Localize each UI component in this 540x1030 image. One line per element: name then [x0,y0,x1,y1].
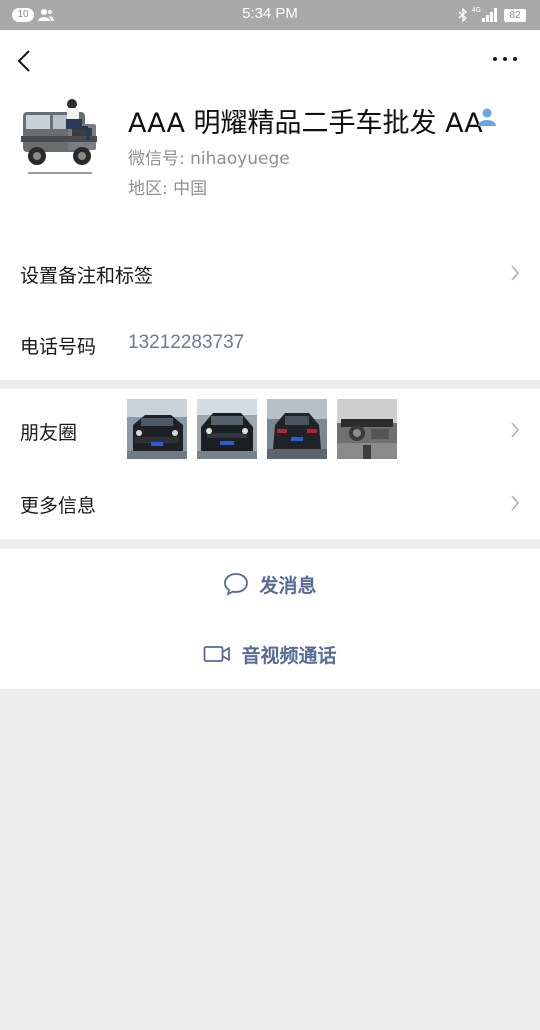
video-camera-icon [204,646,231,662]
profile-name: AAA 明耀精品二手车批发 AA [128,108,483,139]
contact-person-icon [478,108,496,126]
phone-label: 电话号码 [20,336,97,358]
battery-level: 82 [504,8,526,22]
chevron-right-icon [511,265,520,281]
audio-video-call-label: 音视频通话 [241,644,337,667]
moment-thumbnail [267,399,327,459]
more-info-row[interactable]: 更多信息 [0,469,540,539]
network-type: 4G [471,7,481,14]
moment-thumbnail [337,399,397,459]
remark-label: 设置备注和标签 [20,265,154,287]
phone-value[interactable]: 13212283737 [128,332,244,354]
send-message-label: 发消息 [259,574,317,597]
region: 地区: 中国 [128,179,208,199]
moments-thumbnails [127,399,397,459]
chevron-left-icon[interactable] [14,48,36,74]
moment-thumbnail [127,399,187,459]
moments-row[interactable]: 朋友圈 [0,391,540,466]
signal-icon [482,8,497,22]
set-remark-and-tags-row[interactable]: 设置备注和标签 [0,238,540,308]
chat-bubble-icon [224,573,249,596]
send-message-button[interactable]: 发消息 [0,554,540,614]
audio-video-call-button[interactable]: 音视频通话 [0,624,540,684]
avatar[interactable] [20,98,100,180]
chevron-right-icon [511,422,520,438]
moment-thumbnail [197,399,257,459]
ellipsis-icon[interactable] [492,52,518,66]
status-bar: 10 5:34 PM 4G 82 [0,0,540,30]
phone-number-row[interactable]: 电话号码 13212283737 [0,309,540,379]
chevron-right-icon [511,495,520,511]
moments-label: 朋友圈 [20,422,78,444]
bluetooth-icon [458,8,467,22]
more-info-label: 更多信息 [20,495,97,517]
wechat-id: 微信号: nihaoyuege [128,149,290,169]
